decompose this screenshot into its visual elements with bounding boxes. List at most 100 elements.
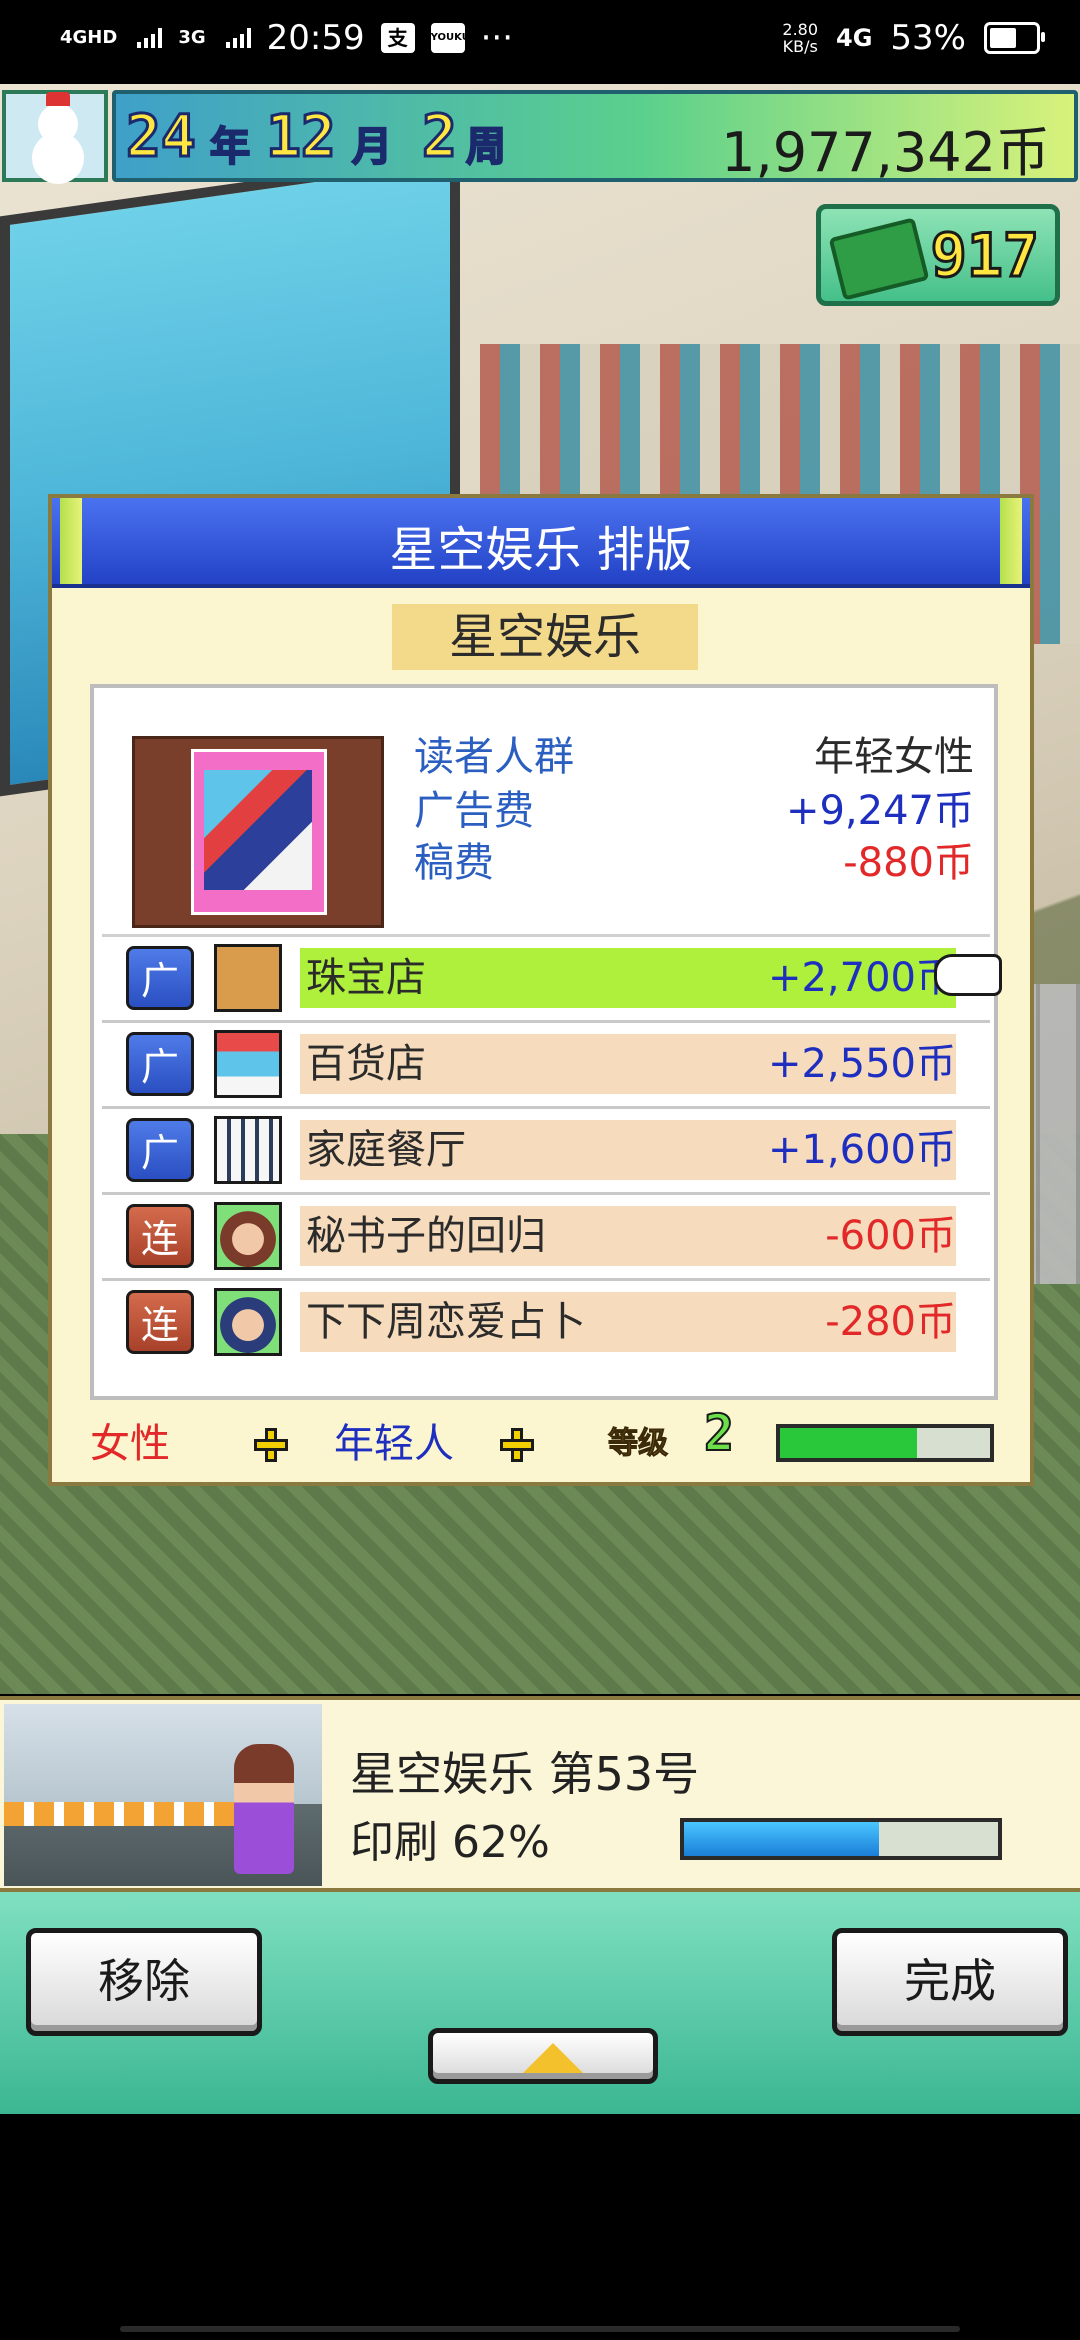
date-bar: 24 年 12 月 2 周 1,977,342币: [112, 90, 1078, 184]
conveyor: [4, 1802, 234, 1826]
magazine-panel: 读者人群 年轻女性 广告费 +9,247币 稿费 -880币 广 珠宝店 +2,…: [90, 684, 998, 1400]
info-label: 稿费: [414, 840, 494, 886]
info-manuscript-fee: 稿费 -880币: [414, 830, 974, 890]
done-button[interactable]: 完成: [832, 1928, 1068, 2036]
network-indicator-1: 4GHD: [60, 27, 118, 48]
restaurant-icon: [214, 1116, 282, 1184]
plus-icon: [254, 1428, 288, 1462]
more-icon: ···: [480, 18, 514, 58]
print-title: 星空娱乐 第53号: [350, 1747, 700, 1801]
audience-label: 年轻人: [334, 1421, 454, 1467]
worker-character: [234, 1744, 294, 1874]
signal-icon-2: [225, 28, 251, 48]
content-item-serial-2[interactable]: 连 下下周恋爱占卜 -280币: [102, 1284, 990, 1362]
year-unit: 年: [209, 123, 251, 171]
cash-count: 917: [929, 220, 1040, 293]
snowman-icon: [38, 92, 78, 144]
audience-label: 女性: [90, 1421, 170, 1467]
pointer-hand-icon: [934, 954, 1002, 996]
cash-counter[interactable]: 917: [816, 204, 1060, 306]
week-value: 2: [421, 101, 459, 172]
serial-tag: 连: [126, 1204, 194, 1268]
network-indicator-2: 3G: [178, 27, 206, 48]
info-value: +9,247币: [785, 788, 974, 834]
item-value: +1,600币: [767, 1127, 956, 1173]
arrow-up-icon: [523, 2043, 583, 2073]
layout-dialog: 星空娱乐 排版 星空娱乐 读者人群 年轻女性 广告费 +9,247币 稿费 -8…: [48, 494, 1034, 1486]
plus-icon: [500, 1428, 534, 1462]
item-value: +2,700币: [767, 955, 956, 1001]
print-progress-fill: [684, 1822, 879, 1856]
item-value: -280币: [825, 1299, 956, 1345]
year-value: 24: [125, 101, 198, 172]
item-name: 家庭餐厅: [306, 1127, 466, 1173]
magazine-name: 星空娱乐: [392, 604, 698, 670]
serial-tag: 连: [126, 1290, 194, 1354]
item-value: +2,550币: [767, 1041, 956, 1087]
info-value: 年轻女性: [814, 734, 974, 780]
cover-art: [191, 749, 327, 915]
speed-value: 2.80: [782, 20, 819, 39]
dialog-title-bar: 星空娱乐 排版: [52, 498, 1030, 588]
item-name: 秘书子的回归: [306, 1213, 546, 1259]
battery-icon: [984, 22, 1045, 54]
audience-tag-young: 年轻人: [334, 1414, 454, 1474]
level-progress-fill: [780, 1428, 917, 1458]
ad-tag: 广: [126, 1032, 194, 1096]
info-ad-fee: 广告费 +9,247币: [414, 778, 974, 838]
divider: [102, 934, 990, 937]
item-name: 百货店: [306, 1041, 426, 1087]
cash-icon: [828, 217, 930, 301]
money-display: 1,977,342币: [721, 121, 1050, 184]
network-speed: 2.80 KB/s: [782, 21, 818, 55]
magazine-cover-image: [132, 736, 384, 928]
content-item-jewelry[interactable]: 广 珠宝店 +2,700币: [102, 940, 990, 1018]
content-item-serial-1[interactable]: 连 秘书子的回归 -600币: [102, 1198, 990, 1276]
remove-button[interactable]: 移除: [26, 1928, 262, 2036]
month-value: 12: [265, 101, 338, 172]
season-icon[interactable]: [2, 90, 108, 182]
item-name: 下下周恋爱占卜: [306, 1299, 586, 1345]
divider: [102, 1106, 990, 1109]
character-portrait-icon: [214, 1288, 282, 1356]
divider: [102, 1278, 990, 1281]
jewelry-store-icon: [214, 944, 282, 1012]
system-nav-area: [0, 2114, 1080, 2340]
character-portrait-icon: [214, 1202, 282, 1270]
speed-unit: KB/s: [782, 37, 818, 56]
info-value: -880币: [843, 840, 974, 886]
network-indicator-3: 4G: [836, 24, 873, 52]
level-value: 2: [703, 1403, 735, 1463]
ad-tag: 广: [126, 1118, 194, 1182]
clock: 20:59: [266, 18, 365, 58]
status-bar: 4GHD 3G 20:59 支 YOUKU ··· 2.80 KB/s 4G 5…: [0, 0, 1080, 84]
signal-icon: [137, 28, 163, 48]
audience-tag-female: 女性: [90, 1414, 170, 1474]
info-label: 广告费: [414, 788, 534, 834]
printing-status-panel: 星空娱乐 第53号 印刷 62%: [0, 1696, 1080, 1892]
top-bar: 24 年 12 月 2 周 1,977,342币: [0, 88, 1080, 188]
month-unit: 月: [351, 123, 393, 171]
item-value: -600币: [825, 1213, 956, 1259]
item-name: 珠宝店: [306, 955, 426, 1001]
action-panel: 移除 完成: [0, 1892, 1080, 2114]
divider: [102, 1020, 990, 1023]
youku-icon: YOUKU: [430, 23, 470, 53]
divider: [102, 1192, 990, 1195]
printing-scene-image: [4, 1704, 322, 1886]
week-unit: 周: [465, 123, 507, 171]
department-store-icon: [214, 1030, 282, 1098]
content-item-department[interactable]: 广 百货店 +2,550币: [102, 1026, 990, 1104]
alipay-icon: 支: [380, 23, 415, 53]
info-label: 读者人群: [414, 734, 574, 780]
info-readers: 读者人群 年轻女性: [414, 724, 974, 784]
battery-percent: 53%: [890, 18, 966, 58]
level-label: 等级: [608, 1426, 669, 1462]
print-status: 印刷 62%: [350, 1817, 550, 1868]
dialog-title: 星空娱乐 排版: [389, 522, 693, 578]
level-progress-bar: [776, 1424, 994, 1462]
print-progress-bar: [680, 1818, 1002, 1860]
content-item-restaurant[interactable]: 广 家庭餐厅 +1,600币: [102, 1112, 990, 1190]
gesture-bar[interactable]: [120, 2326, 960, 2332]
expand-button[interactable]: [428, 2028, 658, 2084]
